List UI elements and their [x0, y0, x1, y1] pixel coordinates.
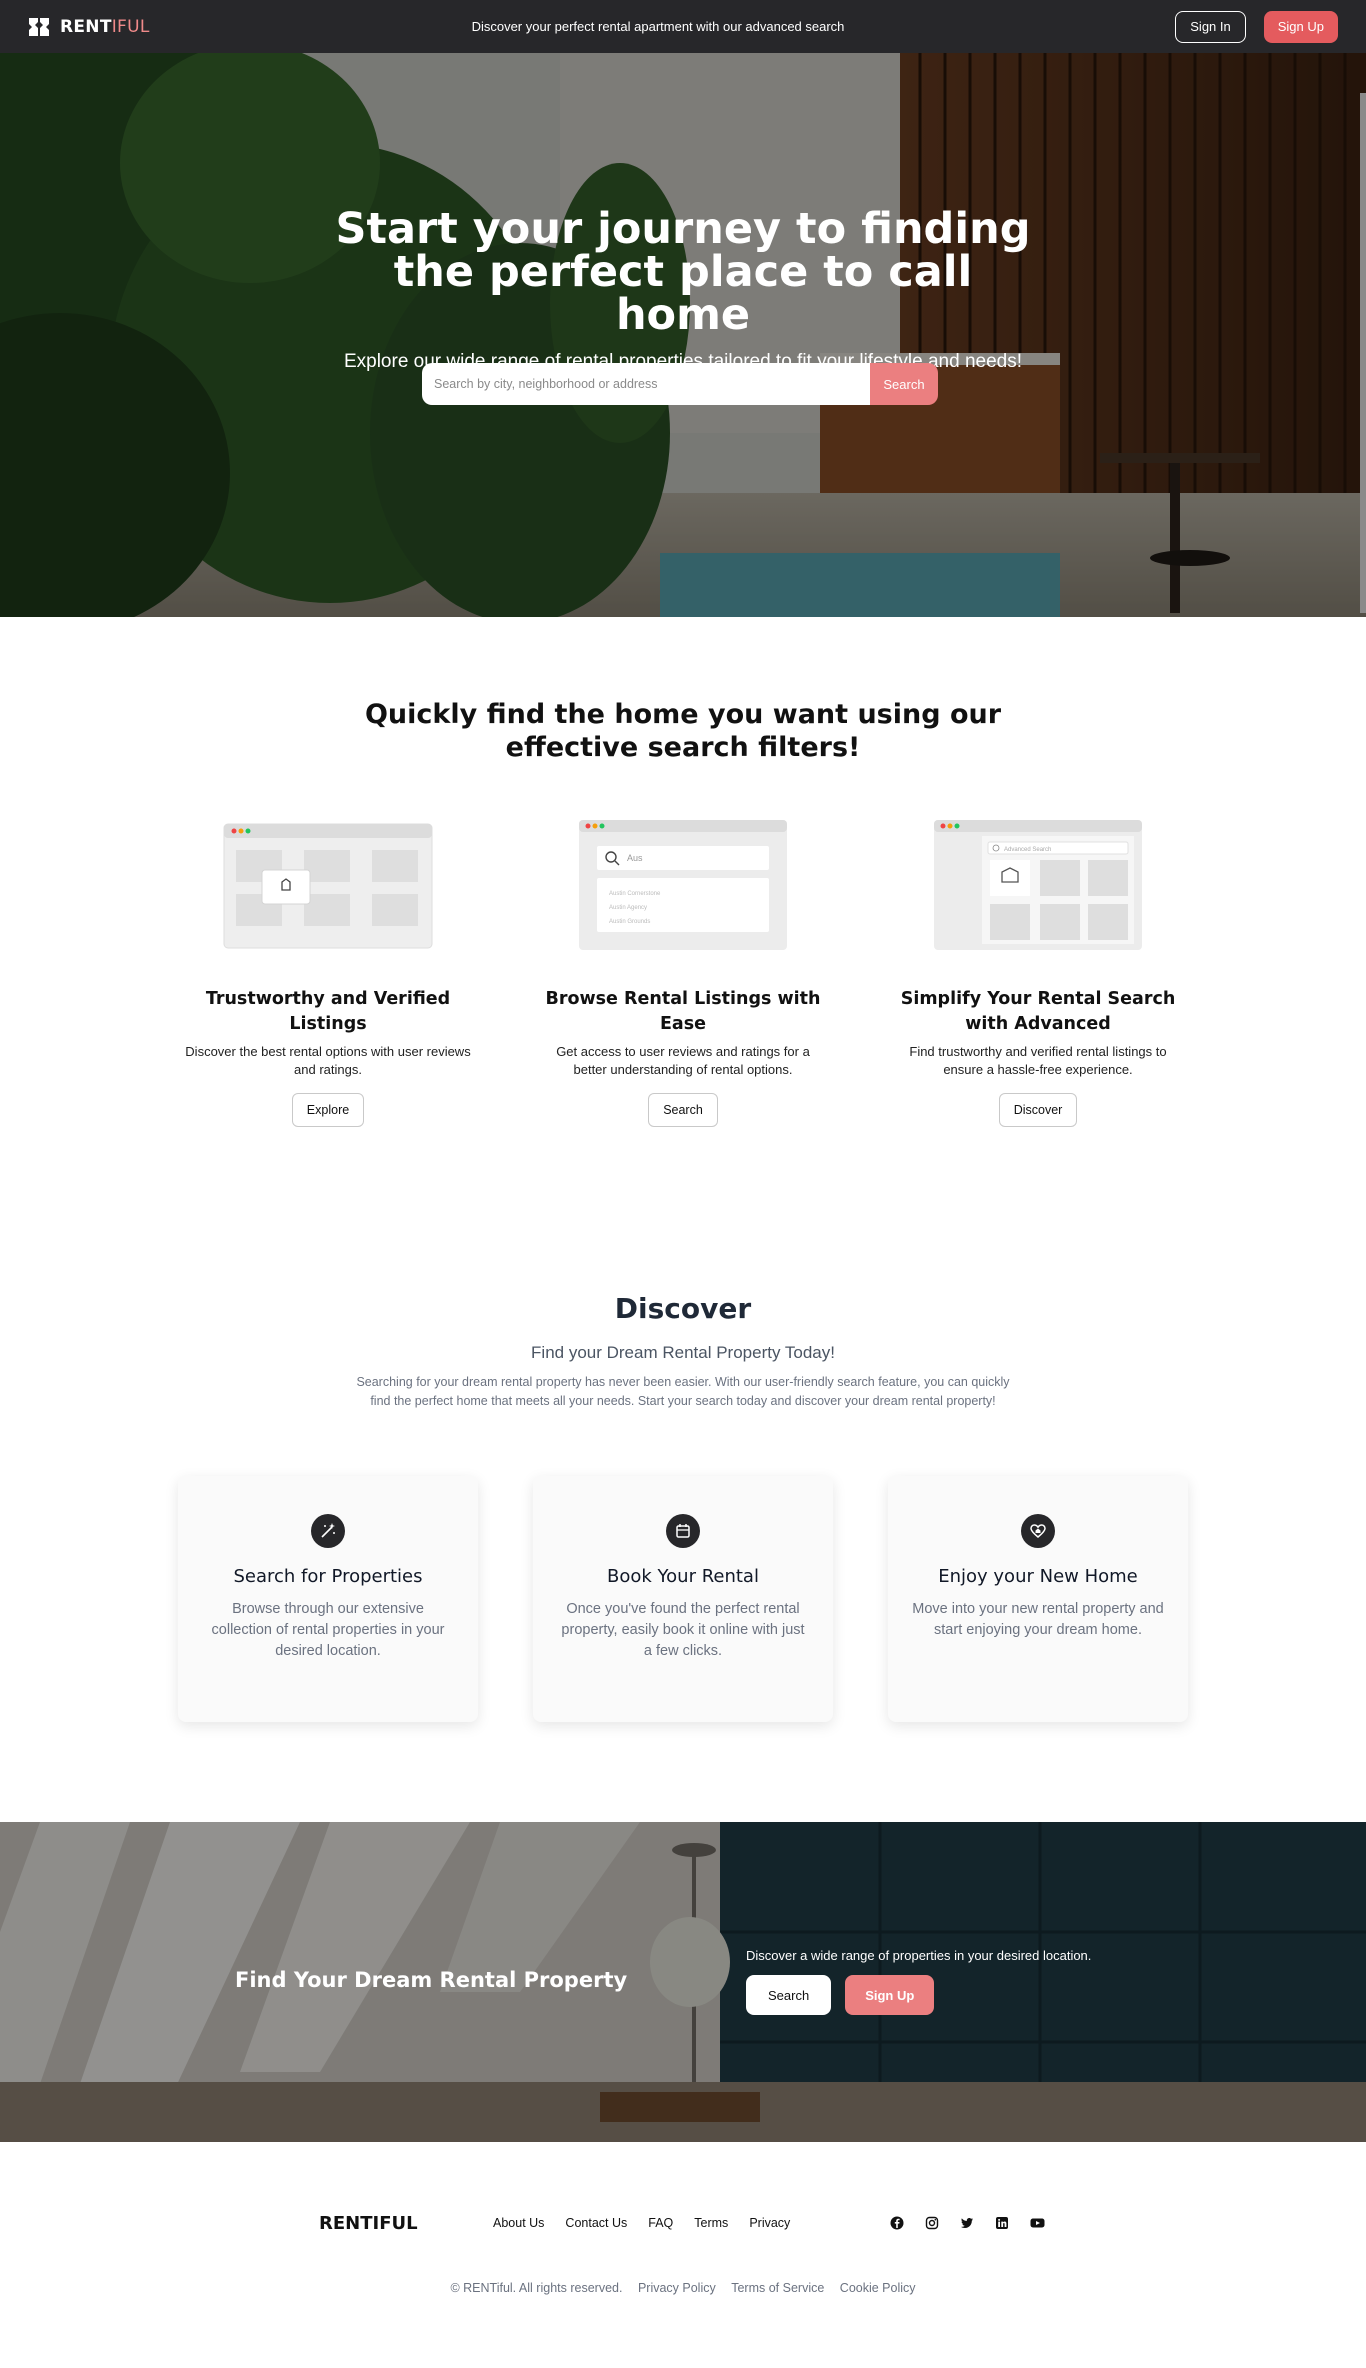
- illustration-line: Austin Cornerstone: [609, 891, 661, 897]
- step-title: Book Your Rental: [607, 1566, 759, 1587]
- step-title: Enjoy your New Home: [938, 1566, 1138, 1587]
- advanced-search-illustration: Advanced Search: [934, 820, 1142, 950]
- sign-up-button[interactable]: Sign Up: [1263, 10, 1338, 43]
- brand-name: RENTIFUL: [60, 16, 150, 37]
- verified-listings-illustration: [223, 823, 433, 949]
- discover-title: Discover: [614, 1292, 752, 1325]
- feature-card-browse: Aus Austin Cornerstone Austin Agency Aus…: [533, 818, 833, 1127]
- footer-link-privacy[interactable]: Privacy: [749, 2216, 790, 2230]
- feature-title: Simplify Your Rental Search with Advance…: [900, 989, 1176, 1034]
- step-card-book: Book Your Rental Once you've found the p…: [533, 1476, 833, 1722]
- illustration-search-text: Advanced Search: [1004, 847, 1051, 853]
- feature-description: Discover the best rental options with us…: [185, 1044, 471, 1077]
- browse-listings-illustration: Aus Austin Cornerstone Austin Agency Aus…: [579, 820, 787, 950]
- wand-icon: [311, 1514, 345, 1548]
- discover-subtitle: Find your Dream Rental Property Today!: [531, 1343, 835, 1362]
- illustration-search-text: Aus: [627, 853, 643, 863]
- step-description: Once you've found the perfect rental pro…: [561, 1601, 805, 1659]
- feature-title: Browse Rental Listings with Ease: [545, 989, 821, 1034]
- discover-description: Searching for your dream rental property…: [356, 1375, 1010, 1408]
- feature-description: Find trustworthy and verified rental lis…: [909, 1044, 1167, 1077]
- footer-brand[interactable]: RENTIFUL: [319, 2213, 418, 2234]
- cta-signup-button[interactable]: Sign Up: [845, 1975, 935, 2015]
- step-description: Move into your new rental property and s…: [912, 1601, 1164, 1638]
- sign-in-button[interactable]: Sign In: [1175, 10, 1246, 43]
- footer-link-terms[interactable]: Terms: [694, 2216, 728, 2230]
- discover-button[interactable]: Discover: [998, 1093, 1078, 1127]
- explore-button[interactable]: Explore: [291, 1093, 365, 1127]
- footer-legal: © RENTiful. All rights reserved. Privacy…: [0, 2281, 1366, 2295]
- nav-actions: Sign In Sign Up: [1175, 10, 1338, 43]
- hero-search-bar: Search: [422, 363, 938, 405]
- twitter-icon[interactable]: [958, 2214, 976, 2232]
- step-description: Browse through our extensive collection …: [211, 1601, 445, 1659]
- illustration-line: Austin Grounds: [609, 919, 650, 925]
- cookie-policy-link[interactable]: Cookie Policy: [840, 2281, 916, 2295]
- youtube-icon[interactable]: [1028, 2214, 1046, 2232]
- illustration-line: Austin Agency: [609, 905, 647, 911]
- cta-search-button[interactable]: Search: [746, 1975, 832, 2015]
- search-listings-button[interactable]: Search: [648, 1093, 718, 1127]
- top-navbar: RENTIFUL Discover your perfect rental ap…: [0, 0, 1366, 53]
- hero-section: Start your journey to finding the perfec…: [0, 53, 1366, 617]
- step-card-search: Search for Properties Browse through our…: [178, 1476, 478, 1722]
- hero-title: Start your journey to finding the perfec…: [335, 204, 1031, 340]
- brand-logo[interactable]: RENTIFUL: [28, 17, 150, 37]
- cta-buttons: Search Sign Up: [746, 1975, 935, 2015]
- terms-of-service-link[interactable]: Terms of Service: [731, 2281, 824, 2295]
- hero-search-input[interactable]: [422, 363, 870, 405]
- heart-home-icon: [1021, 1514, 1055, 1548]
- cta-banner: Find Your Dream Rental Property Discover…: [0, 1822, 1366, 2142]
- cta-overlay: [0, 1822, 1366, 2142]
- footer-links: About Us Contact Us FAQ Terms Privacy: [493, 2216, 790, 2230]
- feature-card-verified: Trustworthy and Verified Listings Discov…: [178, 818, 478, 1127]
- facebook-icon[interactable]: [888, 2214, 906, 2232]
- calendar-icon: [666, 1514, 700, 1548]
- instagram-icon[interactable]: [923, 2214, 941, 2232]
- step-title: Search for Properties: [233, 1566, 423, 1587]
- copyright-text: © RENTiful. All rights reserved.: [450, 2281, 623, 2295]
- social-links: [888, 2214, 1046, 2232]
- footer-link-about[interactable]: About Us: [493, 2216, 544, 2230]
- feature-description: Get access to user reviews and ratings f…: [556, 1044, 810, 1077]
- feature-title: Trustworthy and Verified Listings: [205, 989, 451, 1034]
- features-heading: Quickly find the home you want using our…: [364, 699, 1002, 763]
- footer-link-contact[interactable]: Contact Us: [565, 2216, 627, 2230]
- nav-tagline: Discover your perfect rental apartment w…: [471, 19, 845, 34]
- step-card-enjoy: Enjoy your New Home Move into your new r…: [888, 1476, 1188, 1722]
- hero-content: Start your journey to finding the perfec…: [0, 208, 1366, 373]
- logo-icon: [29, 17, 49, 36]
- privacy-policy-link[interactable]: Privacy Policy: [638, 2281, 716, 2295]
- hero-search-button[interactable]: Search: [870, 363, 938, 405]
- footer-link-faq[interactable]: FAQ: [648, 2216, 673, 2230]
- cta-text: Discover a wide range of properties in y…: [746, 1948, 1092, 1963]
- cta-title: Find Your Dream Rental Property: [235, 1968, 628, 1992]
- feature-card-advanced: Advanced Search Simplify Your Rental Sea…: [888, 818, 1188, 1127]
- linkedin-icon[interactable]: [993, 2214, 1011, 2232]
